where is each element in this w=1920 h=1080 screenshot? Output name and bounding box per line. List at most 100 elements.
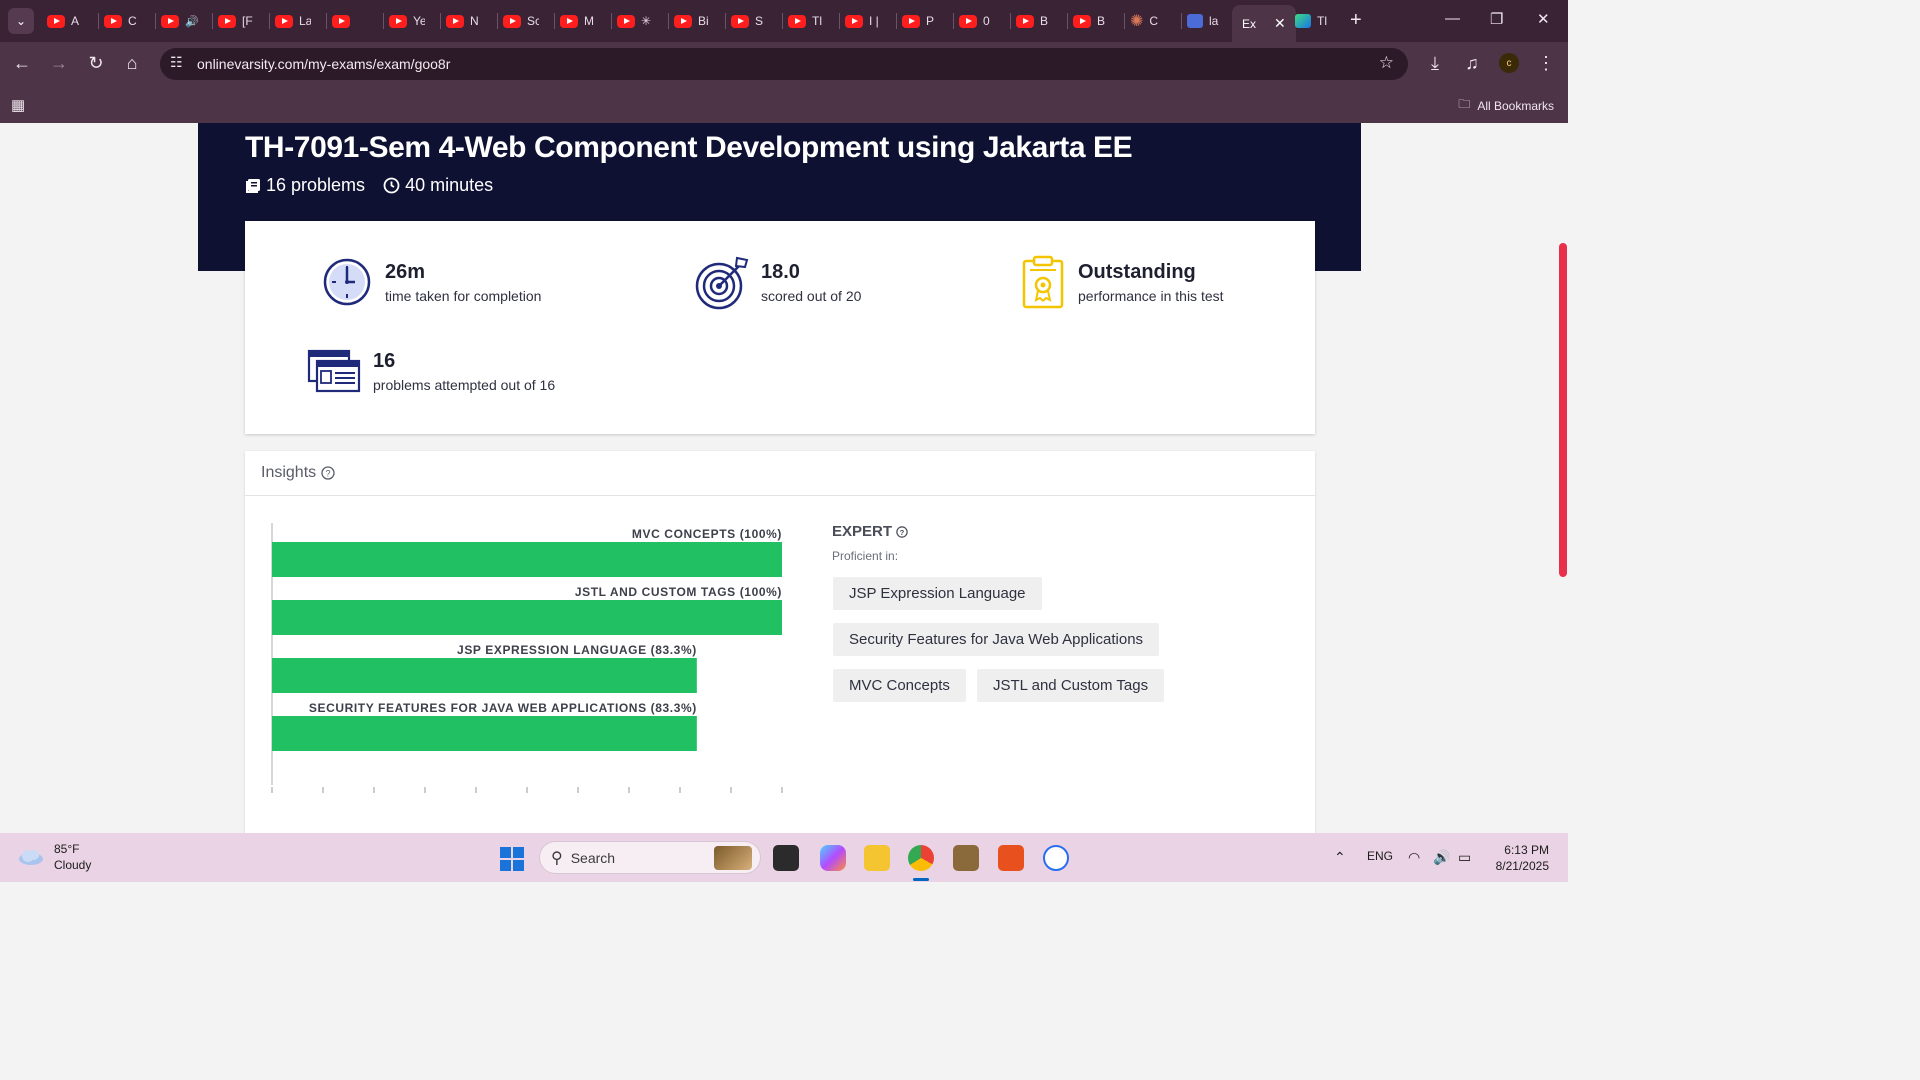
reader-icon[interactable]	[998, 845, 1024, 871]
tab-title: N	[470, 14, 479, 28]
language-indicator[interactable]: ENG	[1367, 849, 1393, 863]
media-control-icon[interactable]: ♫	[1461, 53, 1483, 74]
minimize-icon[interactable]: —	[1445, 10, 1460, 27]
youtube-icon	[617, 14, 635, 28]
tab[interactable]: [F	[218, 9, 254, 33]
results-summary-card: 26m time taken for completion 18.0 score…	[245, 221, 1315, 434]
url-text[interactable]: onlinevarsity.com/my-exams/exam/goo8r	[197, 56, 450, 72]
tab-title: S	[755, 14, 764, 28]
tab[interactable]: Bi	[674, 9, 710, 33]
tab[interactable]: 0	[959, 9, 995, 33]
address-bar[interactable]: ☷ onlinevarsity.com/my-exams/exam/goo8r …	[160, 48, 1408, 80]
chart-bar[interactable]	[272, 600, 782, 635]
file-explorer-icon[interactable]	[864, 845, 890, 871]
wifi-icon[interactable]: ◠	[1408, 849, 1420, 866]
forward-icon[interactable]: →	[48, 53, 70, 74]
proficiency-level: EXPERT ?	[832, 523, 908, 540]
tab[interactable]: la	[1187, 9, 1221, 33]
tab[interactable]: I |	[845, 9, 881, 33]
weather-widget[interactable]: 85°F Cloudy	[18, 841, 91, 873]
topic-score-chart: MVC CONCEPTS (100%) JSTL AND CUSTOM TAGS …	[269, 523, 789, 797]
youtube-icon	[959, 14, 977, 28]
chart-bar[interactable]	[272, 658, 697, 693]
stat-attempted: 16 problems attempted out of 16	[307, 349, 555, 393]
chart-bar[interactable]	[272, 716, 697, 751]
tab[interactable]: B	[1073, 9, 1109, 33]
tab[interactable]: Ye	[389, 9, 425, 33]
tab-separator	[1067, 13, 1068, 29]
download-icon[interactable]: ⤓	[1424, 53, 1446, 74]
all-bookmarks-label: All Bookmarks	[1477, 98, 1554, 113]
tab-title: I |	[869, 14, 879, 28]
tab[interactable]: P	[902, 9, 938, 33]
help-icon[interactable]: ?	[321, 466, 335, 480]
tab-separator	[839, 13, 840, 29]
tab-separator	[326, 13, 327, 29]
tab-separator	[554, 13, 555, 29]
reload-icon[interactable]: ↻	[85, 53, 107, 74]
chart-x-tick-label: 0	[269, 796, 276, 797]
bookmark-star-icon[interactable]: ☆	[1379, 53, 1394, 73]
close-window-icon[interactable]: ✕	[1537, 10, 1550, 28]
topic-chip: MVC Concepts	[833, 669, 966, 702]
tab[interactable]: M	[560, 9, 596, 33]
home-icon[interactable]: ⌂	[121, 53, 143, 74]
clock-icon	[383, 177, 400, 194]
bookmarks-bar: ▦ 🗀 All Bookmarks	[0, 86, 1568, 123]
tab-title: B	[1040, 14, 1049, 28]
task-view-icon[interactable]	[773, 845, 799, 871]
tab[interactable]: N	[446, 9, 482, 33]
chart-x-tick-label: 7	[626, 796, 633, 797]
youtube-icon	[446, 14, 464, 28]
tab-separator	[440, 13, 441, 29]
audio-playing-icon[interactable]: 🔊	[185, 15, 199, 28]
scrollbar-thumb[interactable]	[1559, 243, 1567, 577]
show-hidden-icons[interactable]: ⌃	[1334, 849, 1346, 866]
site-info-icon[interactable]: ☷	[170, 54, 183, 71]
chart-bar[interactable]	[272, 542, 782, 577]
tab-search-button[interactable]: ⌄	[8, 8, 34, 34]
back-icon[interactable]: ←	[11, 53, 33, 74]
all-bookmarks-button[interactable]: 🗀 All Bookmarks	[1458, 95, 1554, 116]
stat-score-value: 18.0	[761, 260, 800, 283]
chrome-icon[interactable]	[908, 845, 934, 871]
tab[interactable]: C	[104, 9, 140, 33]
tab[interactable]: A	[47, 9, 83, 33]
tab[interactable]: La	[275, 9, 311, 33]
zalo-icon[interactable]	[1043, 845, 1069, 871]
app-icon	[1187, 14, 1203, 28]
tab-active[interactable]: Ex ✕	[1232, 5, 1296, 42]
tab[interactable]: Sc	[503, 9, 539, 33]
tab[interactable]: ✳	[617, 9, 653, 33]
battery-icon[interactable]: ▭	[1458, 849, 1471, 866]
tab[interactable]: Tl	[1295, 9, 1329, 33]
app-icon	[1295, 14, 1311, 28]
active-app-indicator	[913, 878, 929, 881]
tab[interactable]	[332, 9, 368, 33]
taskbar-search[interactable]: ⚲ Search	[539, 841, 761, 874]
apps-grid-icon[interactable]: ▦	[11, 96, 25, 114]
menu-icon[interactable]: ⋮	[1535, 53, 1557, 74]
stat-performance-label: performance in this test	[1078, 287, 1224, 304]
restore-icon[interactable]: ❐	[1490, 10, 1503, 28]
certificate-badge-icon	[1022, 255, 1064, 309]
tab[interactable]: S	[731, 9, 767, 33]
browser-tab-strip: ⌄ A C 🔊 [F La Ye N Sc M ✳ Bi S Tl I | P 0 B B ✺ C la Ex ✕ Tl…	[0, 0, 1568, 42]
profile-avatar[interactable]: c	[1499, 53, 1519, 73]
weather-temp: 85°F	[54, 842, 80, 856]
tab[interactable]: 🔊	[161, 9, 217, 33]
new-tab-button[interactable]: +	[1350, 9, 1362, 32]
tab[interactable]: Tl	[788, 9, 824, 33]
start-button[interactable]	[500, 847, 524, 876]
tab[interactable]: ✺ C	[1130, 9, 1161, 33]
system-clock[interactable]: 6:13 PM 8/21/2025	[1496, 842, 1549, 874]
copilot-icon[interactable]	[820, 845, 846, 871]
volume-icon[interactable]: 🔊	[1433, 849, 1450, 866]
tab[interactable]: B	[1016, 9, 1052, 33]
tab-separator	[155, 13, 156, 29]
app-icon[interactable]	[953, 845, 979, 871]
close-tab-icon[interactable]: ✕	[1274, 15, 1286, 32]
chart-x-tick-label: 4	[473, 796, 480, 797]
clock-date: 8/21/2025	[1495, 859, 1549, 873]
help-icon[interactable]: ?	[896, 525, 908, 538]
